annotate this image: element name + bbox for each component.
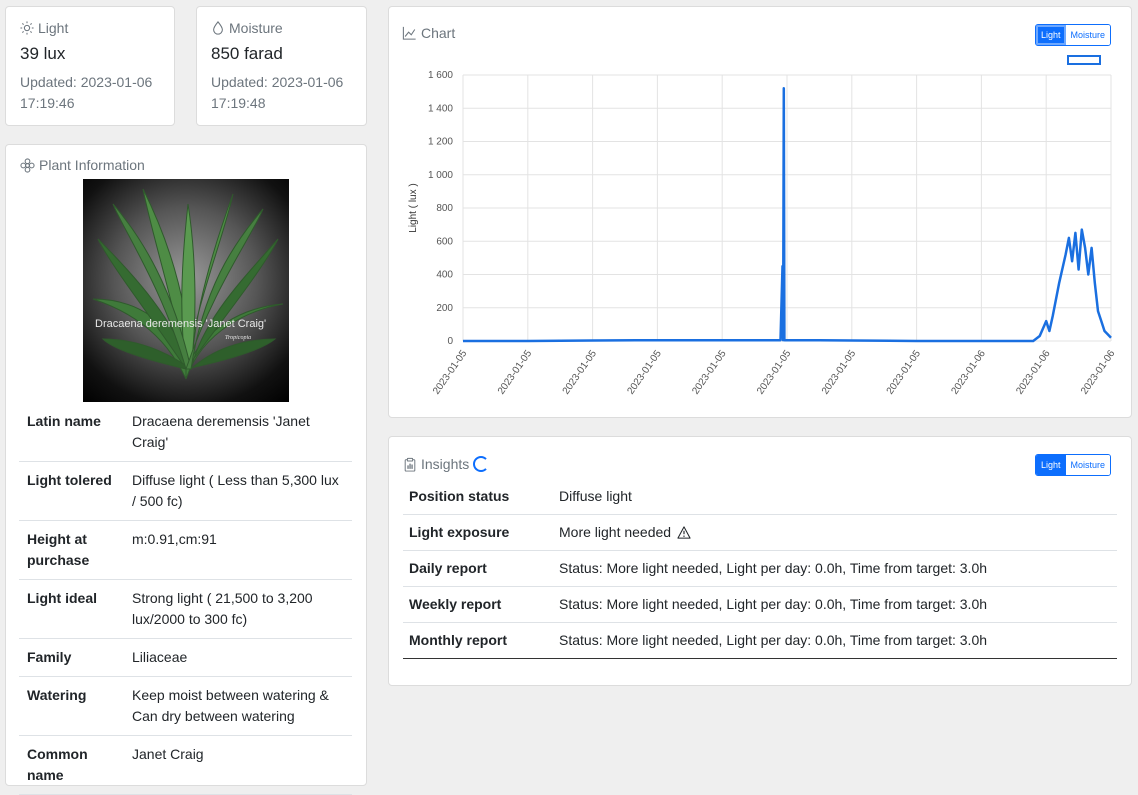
row-key: Monthly report [403, 622, 553, 659]
y-tick-label: 600 [436, 236, 453, 247]
table-row: Light tolered Diffuse light ( Less than 5… [19, 461, 352, 521]
clipboard-icon [404, 457, 416, 472]
x-tick-label: 2023-01-05 [626, 348, 665, 397]
moisture-updated: Updated: 2023-01-06 17:19:48 [211, 74, 344, 111]
y-tick-label: 400 [436, 270, 453, 281]
x-tick-label: 2023-01-06 [950, 348, 989, 397]
row-value: m:0.91,cm:91 [124, 520, 352, 580]
insights-toggle: Light Moisture [1035, 454, 1112, 476]
light-card-title: Light [38, 20, 69, 36]
insights-table-wrap: Position status Diffuse light Light expos… [403, 479, 1117, 659]
x-tick-label: 2023-01-05 [561, 348, 600, 397]
row-value: Diffuse light ( Less than 5,300 lux / 50… [124, 461, 352, 521]
row-key: Common name [19, 735, 124, 795]
row-value: Status: More light needed, Light per day… [553, 622, 1117, 659]
insights-table: Position status Diffuse light Light expos… [403, 479, 1117, 659]
plant-info-title: Plant Information [39, 157, 145, 173]
row-key: Latin name [19, 403, 124, 462]
table-row: Position status Diffuse light [403, 479, 1117, 515]
x-tick-label: 2023-01-05 [496, 348, 535, 397]
row-value: Status: More light needed, Light per day… [553, 550, 1117, 587]
row-value-cell: More light needed [553, 514, 1117, 551]
moisture-value: 850 farad [211, 44, 283, 63]
moisture-card-header: Moisture [211, 20, 352, 36]
x-tick-label: 2023-01-05 [755, 348, 794, 397]
moisture-card-title: Moisture [229, 20, 283, 36]
table-row: Weekly report Status: More light needed, … [403, 586, 1117, 623]
moisture-card: Moisture 850 farad Updated: 2023-01-06 1… [196, 6, 367, 126]
plant-table-wrap: Latin name Dracaena deremensis 'Janet Cra… [19, 403, 352, 795]
x-tick-label: 2023-01-05 [885, 348, 924, 397]
insights-toggle-light[interactable]: Light [1036, 455, 1066, 475]
light-card: Light 39 lux Updated: 2023-01-06 17:19:4… [5, 6, 175, 126]
light-value: 39 lux [20, 44, 66, 63]
insights-card: Insights Light Moisture Position status D… [388, 436, 1132, 686]
y-tick-label: 1 400 [428, 103, 453, 114]
row-key: Light ideal [19, 579, 124, 639]
y-tick-label: 800 [436, 203, 453, 214]
insights-title: Insights [421, 456, 470, 472]
table-row: Common name Janet Craig [19, 735, 352, 795]
table-row: Height at purchase m:0.91,cm:91 [19, 520, 352, 580]
x-tick-label: 2023-01-05 [690, 348, 729, 397]
row-value: Status: More light needed, Light per day… [553, 586, 1117, 623]
table-row: Monthly report Status: More light needed,… [403, 622, 1117, 659]
light-card-header: Light [20, 20, 160, 36]
table-row: Light exposure More light needed [403, 514, 1117, 551]
x-tick-label: 2023-01-06 [1014, 348, 1053, 397]
y-axis-label: Light ( lux ) [408, 183, 419, 232]
insights-header: Insights [403, 456, 490, 472]
table-row: Light ideal Strong light ( 21,500 to 3,20… [19, 579, 352, 639]
plant-photo: Dracaena deremensis 'Janet Craig' Tropic… [83, 179, 289, 402]
warning-icon [677, 526, 691, 539]
row-value: Liliaceae [124, 638, 352, 677]
row-key: Family [19, 638, 124, 677]
insights-toggle-moisture[interactable]: Moisture [1065, 455, 1111, 475]
table-row: Watering Keep moist between watering & Ca… [19, 676, 352, 736]
y-tick-label: 1 200 [428, 137, 453, 148]
y-tick-label: 1 600 [428, 70, 453, 81]
row-value: Keep moist between watering & Can dry be… [124, 676, 352, 736]
photo-caption: Dracaena deremensis 'Janet Craig' [95, 318, 266, 330]
x-tick-label: 2023-01-05 [431, 348, 470, 397]
table-row: Daily report Status: More light needed, L… [403, 550, 1117, 587]
y-tick-label: 0 [447, 336, 453, 347]
y-tick-label: 1 000 [428, 170, 453, 181]
flower-icon [20, 157, 35, 173]
row-key: Watering [19, 676, 124, 736]
row-key: Light tolered [19, 461, 124, 521]
plant-info-card: Plant Information Dracaena deremensis 'J… [5, 144, 367, 795]
row-key: Position status [403, 479, 553, 515]
plant-info-table: Latin name Dracaena deremensis 'Janet Cra… [19, 403, 352, 795]
row-value: Janet Craig [124, 735, 352, 795]
y-tick-label: 200 [436, 303, 453, 314]
row-value: Strong light ( 21,500 to 3,200 lux/2000 … [124, 579, 352, 639]
row-value: Diffuse light [553, 479, 1117, 515]
sun-icon [20, 21, 34, 35]
row-key: Daily report [403, 550, 553, 587]
row-key: Height at purchase [19, 520, 124, 580]
x-tick-label: 2023-01-06 [1079, 348, 1118, 397]
row-value: More light needed [559, 524, 672, 540]
table-row: Family Liliaceae [19, 638, 352, 677]
droplet-icon [213, 21, 223, 35]
plant-info-header: Plant Information [20, 157, 352, 173]
light-chart: 0 200 400 600 800 1 000 1 200 1 400 1 600 2023-01… [408, 70, 1118, 397]
row-key: Weekly report [403, 586, 553, 623]
table-row: Latin name Dracaena deremensis 'Janet Cra… [19, 403, 352, 462]
plant-illustration: Dracaena deremensis 'Janet Craig' Tropic… [92, 188, 284, 380]
loading-spinner-icon [473, 456, 490, 472]
row-key: Light exposure [403, 514, 553, 551]
photo-watermark: Tropicopia [225, 335, 251, 341]
row-value: Dracaena deremensis 'Janet Craig' [124, 403, 352, 462]
light-updated: Updated: 2023-01-06 17:19:46 [20, 74, 153, 111]
x-tick-label: 2023-01-05 [820, 348, 859, 397]
chart-card: Chart Light Moisture 0 200 400 600 800 1 000 1… [388, 6, 1132, 418]
